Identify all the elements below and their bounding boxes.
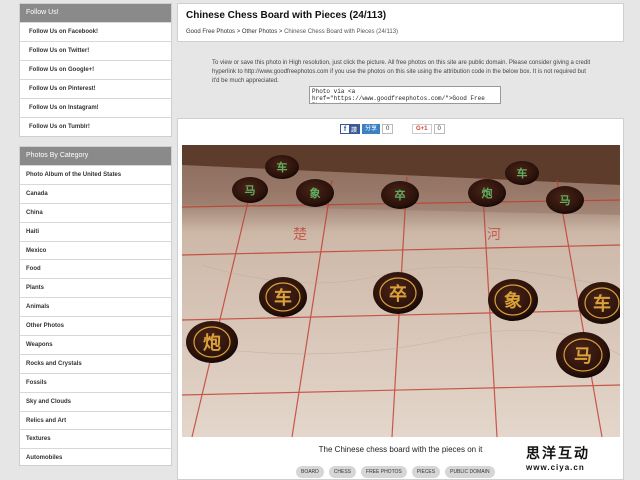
follow-us-panel: Follow Us! Follow Us on Facebook! Follow… bbox=[19, 3, 172, 137]
breadcrumb: Good Free Photos > Other Photos > Chines… bbox=[186, 29, 615, 35]
categories-panel: Photos By Category Photo Album of the Un… bbox=[19, 146, 172, 466]
svg-text:马: 马 bbox=[560, 194, 571, 207]
category-link[interactable]: Food bbox=[20, 259, 171, 278]
svg-text:马: 马 bbox=[245, 184, 256, 197]
svg-text:炮: 炮 bbox=[203, 332, 221, 354]
svg-text:车: 车 bbox=[274, 287, 292, 309]
category-link[interactable]: Canada bbox=[20, 183, 171, 203]
svg-text:楚: 楚 bbox=[293, 227, 307, 243]
svg-text:车: 车 bbox=[593, 293, 611, 315]
categories-heading: Photos By Category bbox=[20, 147, 171, 165]
tag-list: BOARD CHESS FREE PHOTOS PIECES PUBLIC DO… bbox=[296, 466, 495, 478]
breadcrumb-current: Chinese Chess Board with Pieces (24/113) bbox=[284, 29, 399, 35]
category-link[interactable]: Automobiles bbox=[20, 448, 171, 467]
title-panel: Chinese Chess Board with Pieces (24/113)… bbox=[177, 3, 624, 42]
watermark-url: www.ciya.cn bbox=[526, 463, 585, 472]
category-link[interactable]: Other Photos bbox=[20, 316, 171, 335]
tag-free-photos[interactable]: FREE PHOTOS bbox=[361, 466, 407, 478]
usage-info-text: To view or save this photo in High resol… bbox=[212, 60, 591, 84]
chess-board-photo[interactable]: 车 马 象 卒 炮 车 马 车 卒 象 车 炮 马 楚 河 bbox=[182, 145, 620, 437]
googleplus-share-group: G+1 0 bbox=[412, 124, 445, 134]
follow-twitter-link[interactable]: Follow Us on Twitter! bbox=[20, 41, 171, 60]
category-link[interactable]: Sky and Clouds bbox=[20, 391, 171, 411]
category-link[interactable]: Relics and Art bbox=[20, 410, 171, 430]
category-link[interactable]: Animals bbox=[20, 297, 171, 316]
follow-pinterest-link[interactable]: Follow Us on Pinterest! bbox=[20, 79, 171, 98]
follow-instagram-link[interactable]: Follow Us on Instagram! bbox=[20, 98, 171, 117]
svg-text:河: 河 bbox=[487, 227, 501, 243]
category-link[interactable]: Plants bbox=[20, 278, 171, 297]
facebook-share-button[interactable]: 分享 bbox=[362, 124, 381, 134]
tag-chess[interactable]: CHESS bbox=[328, 466, 357, 478]
breadcrumb-home-link[interactable]: Good Free Photos bbox=[186, 29, 235, 35]
category-link[interactable]: Textures bbox=[20, 429, 171, 448]
facebook-share-count: 0 bbox=[382, 124, 394, 134]
facebook-like-label: 讚 bbox=[351, 127, 358, 134]
follow-us-heading: Follow Us! bbox=[20, 4, 171, 22]
facebook-share-group: f讚 分享 0 bbox=[340, 124, 394, 134]
tag-pieces[interactable]: PIECES bbox=[411, 466, 441, 478]
tag-board[interactable]: BOARD bbox=[296, 466, 324, 478]
svg-text:卒: 卒 bbox=[395, 188, 406, 202]
follow-facebook-link[interactable]: Follow Us on Facebook! bbox=[20, 22, 171, 41]
watermark: 思洋互动 www.ciya.cn bbox=[526, 443, 616, 473]
svg-text:炮: 炮 bbox=[482, 186, 493, 200]
category-link[interactable]: Photo Album of the United States bbox=[20, 165, 171, 184]
category-link[interactable]: Fossils bbox=[20, 372, 171, 392]
breadcrumb-section-link[interactable]: Other Photos bbox=[242, 29, 277, 35]
googleplus-count: 0 bbox=[433, 124, 445, 134]
watermark-chinese: 思洋互动 bbox=[526, 446, 590, 462]
svg-text:卒: 卒 bbox=[389, 283, 407, 305]
facebook-icon: f bbox=[341, 125, 349, 133]
chess-board-image: 车 马 象 卒 炮 车 马 车 卒 象 车 炮 马 楚 河 bbox=[182, 145, 620, 437]
follow-googleplus-link[interactable]: Follow Us on Google+! bbox=[20, 60, 171, 79]
photo-panel: f讚 分享 0 G+1 0 车 马 象 卒 炮 车 马 车 卒 象 车 炮 马 … bbox=[177, 118, 624, 480]
facebook-like-button[interactable]: f讚 bbox=[340, 124, 360, 134]
googleplus-button[interactable]: G+1 bbox=[412, 124, 432, 134]
page-title: Chinese Chess Board with Pieces (24/113) bbox=[186, 10, 387, 21]
tag-public-domain[interactable]: PUBLIC DOMAIN bbox=[445, 466, 495, 478]
breadcrumb-separator: > bbox=[235, 29, 242, 35]
category-link[interactable]: Rocks and Crystals bbox=[20, 353, 171, 373]
attribution-code-box[interactable]: Photo via <a href="https://www.goodfreep… bbox=[309, 86, 501, 104]
category-link[interactable]: Weapons bbox=[20, 335, 171, 354]
svg-text:象: 象 bbox=[504, 290, 522, 312]
svg-text:马: 马 bbox=[574, 346, 592, 367]
svg-text:车: 车 bbox=[277, 160, 288, 174]
category-link[interactable]: Haiti bbox=[20, 221, 171, 241]
category-link[interactable]: Mexico bbox=[20, 240, 171, 260]
svg-text:象: 象 bbox=[310, 186, 321, 200]
category-link[interactable]: China bbox=[20, 202, 171, 222]
svg-text:车: 车 bbox=[517, 166, 528, 180]
follow-tumblr-link[interactable]: Follow Us on Tumblr! bbox=[20, 117, 171, 136]
